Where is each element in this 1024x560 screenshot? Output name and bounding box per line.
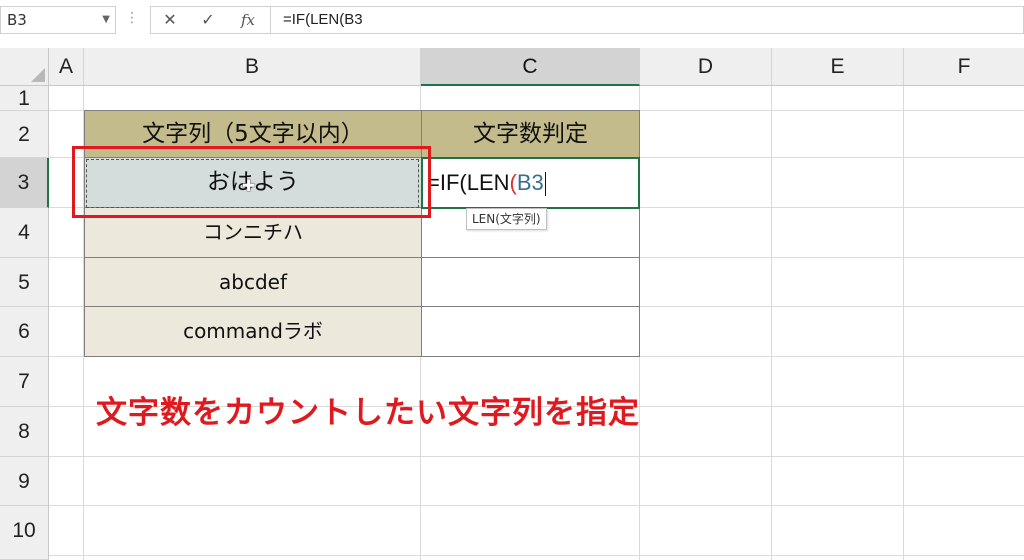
cell-b4[interactable]: コンニチハ [84, 207, 422, 258]
row-header-10[interactable]: 10 [0, 506, 49, 560]
formula-open-paren: ( [509, 170, 517, 195]
gridline [771, 86, 772, 560]
annotation-text: 文字数をカウントしたい文字列を指定 [96, 395, 640, 431]
row-header-4[interactable]: 4 [0, 208, 49, 258]
row-header-8[interactable]: 8 [0, 407, 49, 457]
column-header-a[interactable]: A [49, 48, 84, 86]
row-header-9[interactable]: 9 [0, 457, 49, 506]
column-header-d[interactable]: D [640, 48, 772, 86]
cell-b5[interactable]: abcdef [84, 257, 422, 307]
column-header-f[interactable]: F [904, 48, 1024, 86]
name-box-value: B3 [7, 11, 27, 29]
row-header-5[interactable]: 5 [0, 258, 49, 307]
header-cell-c2[interactable]: 文字数判定 [421, 110, 640, 158]
row-header-2[interactable]: 2 [0, 111, 49, 158]
fx-icon[interactable]: fx [233, 7, 263, 33]
row-header-3[interactable]: 3 [0, 158, 49, 208]
formula-bar-grip: ⋮ [125, 10, 139, 26]
cross-cursor-icon: ✚ [242, 176, 256, 195]
dropdown-arrow-icon[interactable]: ▼ [102, 7, 110, 33]
cell-c3-editor[interactable]: =IF(LEN(B3 [421, 157, 640, 209]
gridline [903, 86, 904, 560]
formula-bar-buttons: ✕ ✓ fx [150, 6, 270, 34]
gridline [49, 456, 1024, 457]
name-box[interactable]: B3 ▼ [0, 6, 116, 34]
column-header-e[interactable]: E [772, 48, 904, 86]
cell-c6[interactable] [421, 306, 640, 357]
cell-c5[interactable] [421, 257, 640, 307]
formula-input[interactable]: =IF(LEN(B3 [270, 6, 1024, 34]
cell-b6[interactable]: commandラボ [84, 306, 422, 357]
text-caret [544, 172, 546, 197]
gridline [49, 555, 1024, 556]
formula-bar: B3 ▼ ⋮ ✕ ✓ fx =IF(LEN(B3 [0, 0, 1024, 44]
column-header-b[interactable]: B [84, 48, 421, 86]
header-cell-b2[interactable]: 文字列（5文字以内） [84, 110, 422, 158]
function-tooltip[interactable]: LEN(文字列) [466, 208, 547, 230]
column-header-c[interactable]: C [421, 48, 640, 86]
select-all-triangle-icon [31, 68, 45, 82]
enter-icon[interactable]: ✓ [193, 7, 223, 33]
select-all-button[interactable] [0, 48, 49, 86]
cancel-icon[interactable]: ✕ [155, 7, 185, 33]
row-header-1[interactable]: 1 [0, 86, 49, 111]
row-header-7[interactable]: 7 [0, 357, 49, 407]
gridline [49, 505, 1024, 506]
row-header-6[interactable]: 6 [0, 307, 49, 357]
formula-cell-reference: B3 [516, 170, 544, 195]
formula-function-text: =IF(LEN [427, 170, 510, 195]
